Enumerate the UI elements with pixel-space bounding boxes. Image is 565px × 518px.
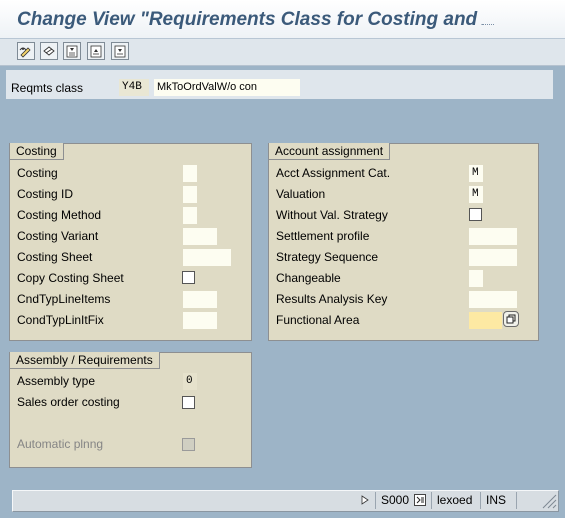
copy-costing-sheet-checkbox[interactable] [182, 271, 195, 284]
acct-assignment-cat-field[interactable]: M [469, 165, 483, 182]
changeable-label: Changeable [276, 271, 341, 285]
valuation-label: Valuation [276, 187, 326, 201]
costing-method-label: Costing Method [17, 208, 102, 222]
assembly-type-row: Assembly type 0 [17, 372, 251, 393]
cnd-typ-line-items-field[interactable] [183, 291, 217, 308]
costing-sheet-row: Costing Sheet [17, 248, 251, 269]
status-separator [480, 492, 481, 509]
assembly-requirements-group-title: Assembly / Requirements [10, 352, 160, 369]
functional-area-row: Functional Area [276, 311, 538, 332]
results-analysis-key-field[interactable] [469, 291, 517, 308]
sales-order-costing-label: Sales order costing [17, 395, 120, 409]
session-list-icon [416, 496, 424, 504]
first-entry-icon [66, 45, 78, 58]
settlement-profile-label: Settlement profile [276, 229, 370, 243]
automatic-planning-row: Automatic plnng [17, 435, 251, 456]
results-analysis-key-row: Results Analysis Key [276, 290, 538, 311]
cnd-typ-line-items-row: CndTypLineItems [17, 290, 251, 311]
costing-group: Costing Costing Costing ID Costing Metho… [9, 143, 252, 341]
functional-area-field[interactable] [469, 312, 502, 329]
functional-area-value-help-button[interactable] [503, 311, 519, 327]
strategy-sequence-label: Strategy Sequence [276, 250, 379, 264]
costing-id-row: Costing ID [17, 185, 251, 206]
costing-variant-field[interactable] [183, 228, 217, 245]
cnd-typ-line-items-label: CndTypLineItems [17, 292, 111, 306]
costing-sheet-label: Costing Sheet [17, 250, 93, 264]
acct-assignment-cat-label: Acct Assignment Cat. [276, 166, 391, 180]
display-change-button[interactable] [17, 42, 35, 60]
other-entry-icon [43, 46, 55, 56]
cond-typ-lin-it-fix-label: CondTypLinItFix [17, 313, 104, 327]
resize-grip-icon[interactable] [539, 493, 557, 509]
without-val-strategy-label: Without Val. Strategy [276, 208, 388, 222]
status-expand-icon[interactable] [360, 495, 370, 505]
changeable-field[interactable] [469, 270, 483, 287]
status-separator [516, 492, 517, 509]
without-val-strategy-checkbox[interactable] [469, 208, 482, 221]
costing-variant-row: Costing Variant [17, 227, 251, 248]
assembly-type-field: 0 [183, 373, 197, 390]
copy-costing-sheet-row: Copy Costing Sheet [17, 269, 251, 290]
costing-row: Costing [17, 164, 251, 185]
other-entry-button[interactable] [40, 42, 58, 60]
header-area: Reqmts class Y4B MkToOrdValW/o con [6, 70, 553, 99]
costing-sheet-field[interactable] [183, 249, 231, 266]
status-separator [431, 492, 432, 509]
without-val-strategy-row: Without Val. Strategy [276, 206, 538, 227]
results-analysis-key-label: Results Analysis Key [276, 292, 388, 306]
assembly-type-label: Assembly type [17, 374, 96, 388]
strategy-sequence-field[interactable] [469, 249, 517, 266]
title-bar: Change View "Requirements Class for Cost… [0, 0, 565, 39]
title-overflow-indicator [482, 24, 494, 27]
account-assignment-group-title: Account assignment [269, 143, 391, 160]
cond-typ-lin-it-fix-row: CondTypLinItFix [17, 311, 251, 332]
functional-area-label: Functional Area [276, 313, 360, 327]
valuation-row: Valuation M [276, 185, 538, 206]
status-server: lexoed [437, 493, 473, 507]
sales-order-costing-checkbox[interactable] [182, 396, 195, 409]
application-toolbar [0, 39, 565, 66]
window-title: Change View "Requirements Class for Cost… [17, 9, 482, 30]
costing-group-title: Costing [10, 143, 64, 160]
costing-method-row: Costing Method [17, 206, 251, 227]
changeable-row: Changeable [276, 269, 538, 290]
status-bar: S000 lexoed INS [12, 490, 559, 512]
costing-method-field[interactable] [183, 207, 197, 224]
acct-assignment-cat-row: Acct Assignment Cat. M [276, 164, 538, 185]
strategy-sequence-row: Strategy Sequence [276, 248, 538, 269]
status-system: S000 [381, 493, 410, 507]
cond-typ-lin-it-fix-field[interactable] [183, 312, 217, 329]
copy-costing-sheet-label: Copy Costing Sheet [17, 271, 124, 285]
automatic-planning-label: Automatic plnng [17, 437, 104, 451]
next-entry-button[interactable] [111, 42, 129, 60]
costing-id-field[interactable] [183, 186, 197, 203]
reqmts-class-field: Y4B [119, 79, 149, 96]
costing-label: Costing [17, 166, 58, 180]
reqmts-class-description: MkToOrdValW/o con [154, 79, 300, 96]
previous-entry-icon [90, 45, 102, 58]
settlement-profile-field[interactable] [469, 228, 517, 245]
reqmts-class-label: Reqmts class [11, 81, 84, 95]
automatic-planning-checkbox [182, 438, 195, 451]
value-help-icon [506, 314, 516, 324]
costing-variant-label: Costing Variant [17, 229, 99, 243]
settlement-profile-row: Settlement profile [276, 227, 538, 248]
valuation-field[interactable]: M [469, 186, 483, 203]
account-assignment-group: Account assignment Acct Assignment Cat. … [268, 143, 539, 341]
costing-id-label: Costing ID [17, 187, 74, 201]
next-entry-icon [114, 45, 126, 58]
status-session-list-button[interactable] [414, 494, 426, 506]
status-separator [375, 492, 376, 509]
costing-field[interactable] [183, 165, 197, 182]
first-entry-button[interactable] [63, 42, 81, 60]
assembly-requirements-group: Assembly / Requirements Assembly type 0 … [9, 352, 252, 468]
previous-entry-button[interactable] [87, 42, 105, 60]
display-change-icon [19, 47, 31, 58]
sales-order-costing-row: Sales order costing [17, 393, 251, 414]
status-input-mode: INS [486, 493, 507, 507]
